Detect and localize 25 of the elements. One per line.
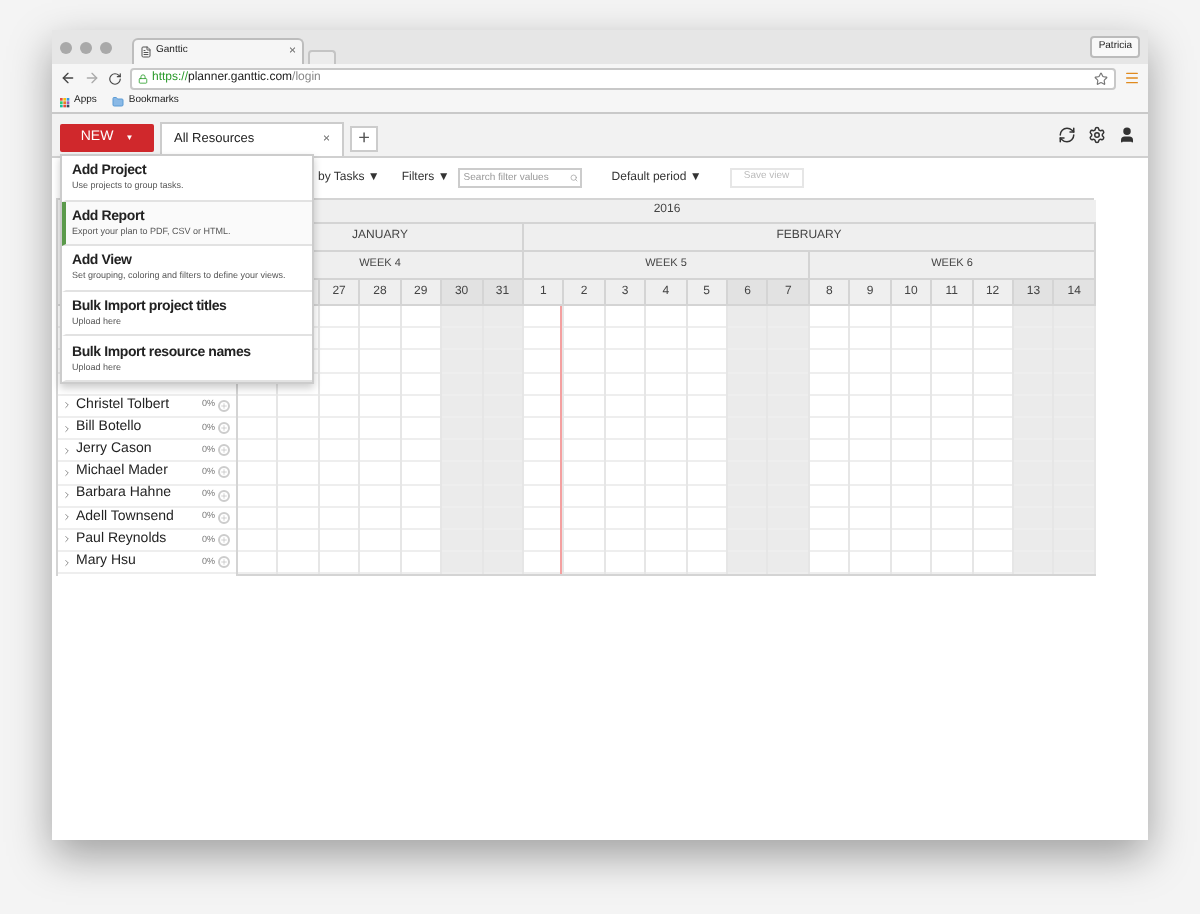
lock-icon [138,73,148,83]
page-icon [140,46,152,58]
add-circle-icon[interactable] [218,466,230,479]
settings-icon[interactable] [1088,126,1106,144]
reload-icon[interactable] [108,71,122,85]
folder-icon [112,96,125,108]
add-view-button[interactable]: + [350,126,378,152]
refresh-icon[interactable] [1058,126,1076,144]
expand-icon[interactable] [62,557,72,568]
apps-grid-icon[interactable] [60,97,70,107]
new-tab-button[interactable] [308,50,336,64]
back-icon[interactable] [60,70,76,86]
user-icon[interactable] [1118,126,1136,144]
menu-icon[interactable] [1124,70,1140,86]
search-icon [569,174,578,182]
add-circle-icon[interactable] [218,399,230,412]
add-circle-icon[interactable] [218,533,230,546]
star-icon[interactable] [1094,71,1108,85]
expand-icon[interactable] [62,400,72,411]
forward-icon[interactable] [84,70,100,86]
add-circle-icon[interactable] [218,489,230,502]
add-circle-icon[interactable] [218,422,230,435]
add-circle-icon[interactable] [218,444,230,457]
add-circle-icon[interactable] [218,556,230,569]
add-circle-icon[interactable] [218,511,230,524]
